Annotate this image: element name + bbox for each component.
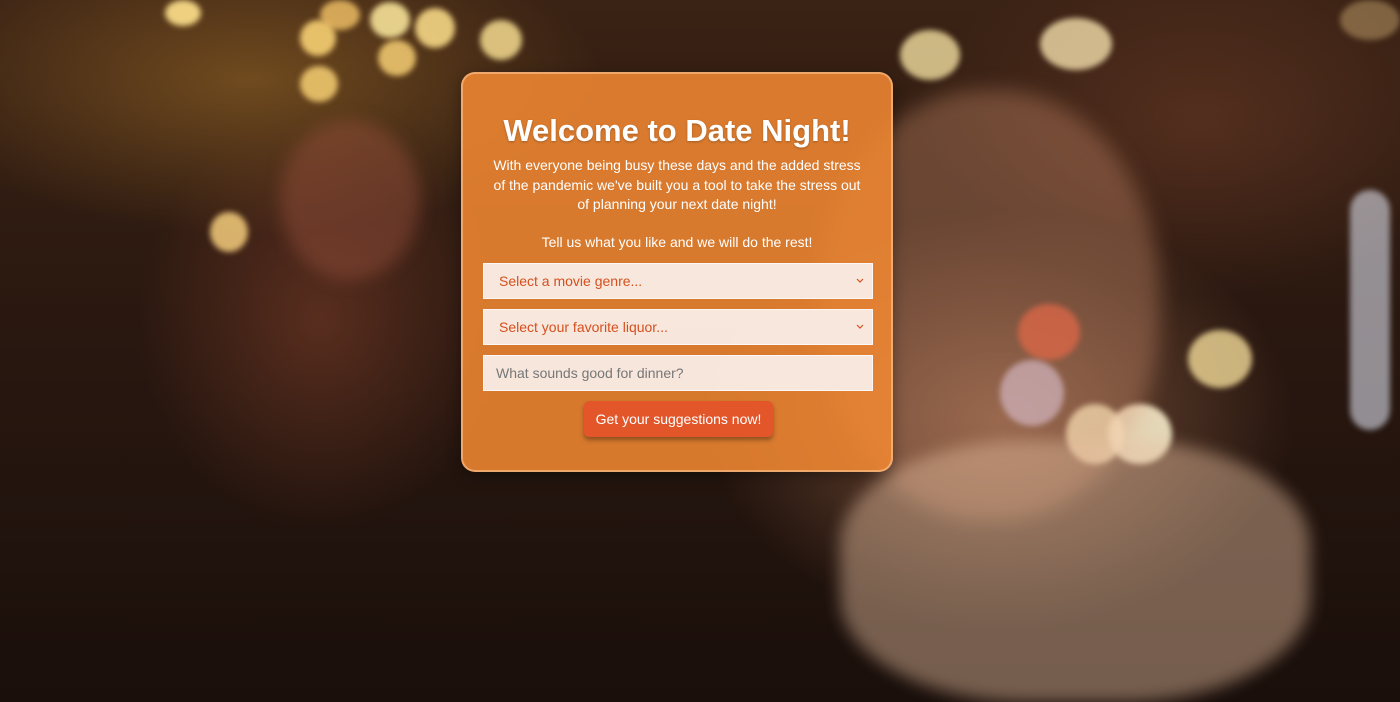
bokeh-light	[210, 212, 248, 252]
bokeh-light	[370, 2, 410, 38]
bokeh-light	[1350, 190, 1390, 430]
dinner-input[interactable]: What sounds good for dinner?	[483, 355, 873, 391]
get-suggestions-button[interactable]: Get your suggestions now!	[584, 401, 773, 437]
prompt-text: Tell us what you like and we will do the…	[541, 233, 813, 250]
bokeh-light	[300, 66, 338, 102]
bokeh-light	[480, 20, 522, 60]
bokeh-light	[1188, 330, 1252, 388]
liquor-select-value: Select your favorite liquor...	[499, 319, 668, 335]
bokeh-light	[900, 30, 960, 80]
bokeh-light	[1340, 0, 1400, 40]
chevron-down-icon	[856, 324, 864, 329]
date-night-form-card: Welcome to Date Night! With everyone bei…	[461, 72, 893, 472]
chevron-down-icon	[856, 278, 864, 283]
intro-text: With everyone being busy these days and …	[493, 157, 861, 212]
bokeh-light	[378, 40, 416, 76]
person-silhouette	[840, 440, 1310, 702]
person-silhouette	[280, 120, 420, 280]
bokeh-light	[320, 0, 360, 30]
bokeh-light	[165, 0, 201, 26]
dinner-input-placeholder: What sounds good for dinner?	[496, 365, 684, 381]
movie-genre-select-value: Select a movie genre...	[499, 273, 643, 289]
page-title: Welcome to Date Night!	[503, 113, 851, 148]
bokeh-light	[1040, 18, 1112, 70]
movie-genre-select[interactable]: Select a movie genre...	[483, 263, 873, 299]
liquor-select[interactable]: Select your favorite liquor...	[483, 309, 873, 345]
bokeh-light	[415, 8, 455, 48]
